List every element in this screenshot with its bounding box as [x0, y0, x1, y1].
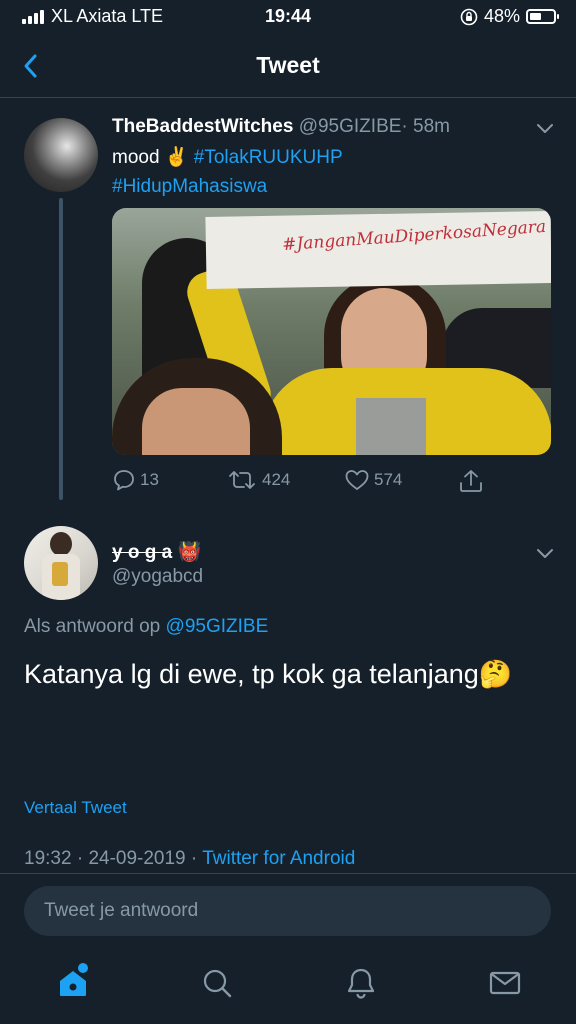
- hashtag-link[interactable]: #TolakRUUKUHP: [194, 147, 343, 168]
- avatar[interactable]: [24, 526, 98, 600]
- tweet-media-image[interactable]: #JanganMauDiperkosaNegara: [112, 208, 551, 455]
- orientation-lock-icon: [460, 8, 478, 25]
- reply-button[interactable]: 13: [112, 468, 159, 492]
- display-name[interactable]: TheBaddestWitches: [112, 116, 293, 137]
- reply-input[interactable]: Tweet je antwoord: [24, 886, 551, 936]
- tab-messages[interactable]: [488, 966, 522, 1000]
- chevron-down-icon[interactable]: [536, 123, 554, 135]
- retweet-icon: [229, 471, 255, 489]
- tab-notifications[interactable]: [344, 966, 378, 1000]
- nav-bar: Tweet: [0, 34, 576, 98]
- reply-label: Als antwoord op: [24, 616, 161, 637]
- thread-line: [59, 198, 63, 500]
- tweet-text: mood ✌️ #TolakRUUKUHP #HidupMahasiswa: [112, 143, 552, 201]
- page-title: Tweet: [256, 52, 320, 78]
- separator: ·: [76, 848, 84, 869]
- battery-icon: [526, 9, 559, 24]
- separator: ·: [190, 848, 198, 869]
- heart-icon: [345, 470, 369, 490]
- translate-tweet-link[interactable]: Vertaal Tweet: [24, 798, 127, 818]
- share-icon: [460, 470, 482, 492]
- reply-handle-link[interactable]: @95GIZIBE: [166, 616, 269, 637]
- search-icon: [203, 969, 232, 998]
- divider: [0, 873, 576, 874]
- retweet-count: 424: [262, 470, 291, 489]
- reply-count: 13: [140, 470, 159, 489]
- tweet-time: 19:32: [24, 848, 72, 869]
- tweet-text: Katanya lg di ewe, tp kok ga telanjang🤔: [24, 652, 544, 697]
- like-button[interactable]: 574: [344, 468, 402, 492]
- chevron-down-icon[interactable]: [536, 548, 554, 560]
- tab-search[interactable]: [200, 966, 234, 1000]
- notifications-icon: [347, 968, 375, 999]
- tab-home[interactable]: [56, 963, 90, 1000]
- battery-percent: 48%: [483, 6, 520, 26]
- victory-hand-emoji: ✌️: [164, 147, 189, 168]
- tweet-header: TheBaddestWitches @95GIZIBE· 58m: [112, 116, 450, 138]
- tweet-date: 24-09-2019: [88, 848, 186, 869]
- notification-dot: [78, 963, 88, 973]
- messages-icon: [489, 971, 521, 995]
- display-name-text: y o g a: [112, 542, 173, 563]
- handle[interactable]: @yogabcd: [112, 566, 203, 588]
- hashtag-link[interactable]: #HidupMahasiswa: [112, 176, 267, 197]
- retweet-button[interactable]: 424: [226, 468, 290, 492]
- reply-placeholder: Tweet je antwoord: [44, 900, 199, 921]
- like-count: 574: [374, 470, 403, 489]
- ogre-emoji: 👹: [177, 542, 202, 563]
- thinking-face-emoji: 🤔: [478, 659, 513, 689]
- tweet-age: 58m: [413, 116, 450, 137]
- tweet-text-body: Katanya lg di ewe, tp kok ga telanjang: [24, 659, 479, 689]
- avatar[interactable]: [24, 118, 98, 192]
- tweet-meta: 19:32 · 24-09-2019 · Twitter for Android: [24, 848, 355, 870]
- handle[interactable]: @95GIZIBE: [299, 116, 402, 137]
- reply-context: Als antwoord op @95GIZIBE: [24, 616, 268, 638]
- share-button[interactable]: [458, 468, 484, 494]
- tweet-text-prefix: mood: [112, 147, 160, 168]
- tab-bar: [0, 944, 576, 1024]
- reply-icon: [114, 470, 134, 491]
- battery-fill: [530, 13, 541, 20]
- tweet-actions: 13 424 574: [112, 464, 552, 498]
- tweet-source-link[interactable]: Twitter for Android: [202, 848, 355, 869]
- separator: ·: [401, 116, 408, 137]
- status-bar: XL Axiata LTE 19:44 48%: [0, 0, 576, 34]
- display-name[interactable]: y o g a 👹: [112, 540, 201, 564]
